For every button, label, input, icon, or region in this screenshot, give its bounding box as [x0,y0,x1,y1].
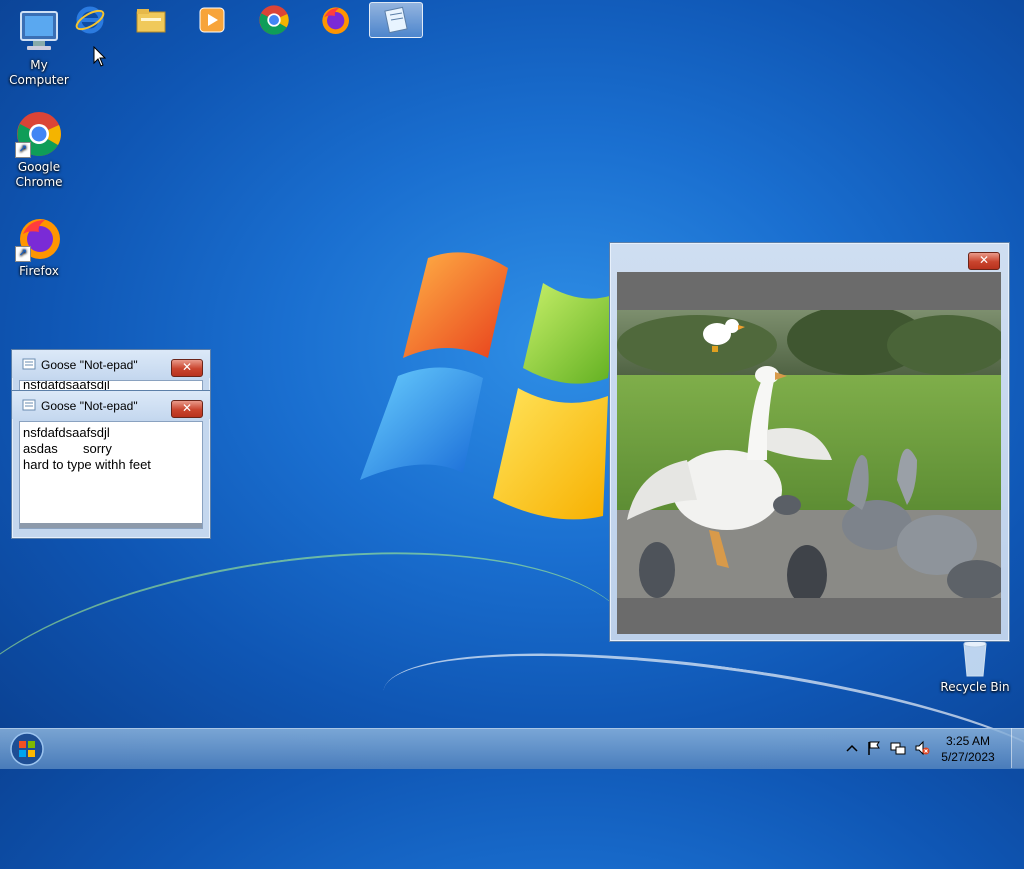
windows-logo [360,252,618,520]
desktop-icon-google-chrome[interactable]: ↗ Google Chrome [0,110,78,190]
window-title: Goose "Not-epad" [41,358,138,372]
goose-video-window[interactable]: ✕ [609,242,1010,642]
clock-date: 5/27/2023 [941,750,995,764]
desktop-icon-recycle-bin[interactable]: Recycle Bin [936,640,1014,695]
notepad-icon [384,6,408,34]
window-titlebar[interactable]: Goose "Not-epad" ✕ [12,350,210,378]
desktop-icon-label: Google Chrome [15,160,63,189]
notepad-text-line: asdas sorry [23,441,112,456]
close-button[interactable]: ✕ [171,359,203,377]
firefox-icon: ↗ [15,214,63,262]
shortcut-arrow-icon: ↗ [15,142,31,158]
notepad-text-line: hard to type withh feet [23,457,151,472]
goose-pigeons-video[interactable] [617,310,1001,598]
taskbar-clock[interactable]: 3:25 AM 5/27/2023 [936,733,1000,765]
mouse-cursor-icon [93,46,107,67]
close-button[interactable]: ✕ [171,400,203,418]
notepad-bottom-bar [20,523,202,528]
media-player-icon [199,7,225,33]
window-titlebar[interactable]: Goose "Not-epad" ✕ [12,391,210,419]
volume-muted-icon[interactable] [914,740,930,756]
desktop-icon-label: My Computer [9,58,69,87]
wallpaper-swoosh [0,512,655,869]
close-button[interactable]: ✕ [968,252,1000,270]
goose-notepad-window[interactable]: Goose "Not-epad" ✕ nsfdafdsaafsdjl asdas… [11,390,211,539]
notepad-icon [22,358,36,370]
video-frame [617,272,1001,634]
goose-scene-image [617,310,1001,598]
desktop-icon-label: Firefox [19,264,59,278]
window-title: Goose "Not-epad" [41,399,138,413]
taskbar-chrome[interactable] [247,2,301,38]
desktop-icon-label: Recycle Bin [940,680,1010,694]
chrome-icon: ↗ [15,110,63,158]
network-icon[interactable] [890,740,906,756]
firefox-icon [322,7,349,35]
chrome-icon [259,5,289,35]
start-orb-icon [10,732,44,766]
show-desktop-button[interactable] [1011,728,1024,768]
desktop-icon-firefox[interactable]: ↗ Firefox [0,214,78,279]
taskbar-file-explorer[interactable] [124,2,178,38]
notepad-text-area[interactable]: nsfdafdsaafsdjl asdas sorry hard to type… [19,421,203,529]
notepad-icon [22,399,36,411]
shortcut-arrow-icon: ↗ [15,246,31,262]
recycle-bin-icon [955,640,995,678]
file-explorer-icon [136,9,166,33]
notepad-text-line: nsfdafdsaafsdjl [23,425,110,440]
taskbar-firefox[interactable] [308,2,362,38]
taskbar-internet-explorer[interactable] [63,2,117,38]
show-hidden-icons-chevron-icon[interactable] [844,740,860,756]
clock-time: 3:25 AM [945,734,991,748]
taskbar-notepad[interactable] [369,2,423,38]
action-center-flag-icon[interactable] [866,740,882,756]
start-button[interactable] [0,2,52,38]
taskbar-media-player[interactable] [185,2,239,38]
internet-explorer-icon [75,6,105,34]
